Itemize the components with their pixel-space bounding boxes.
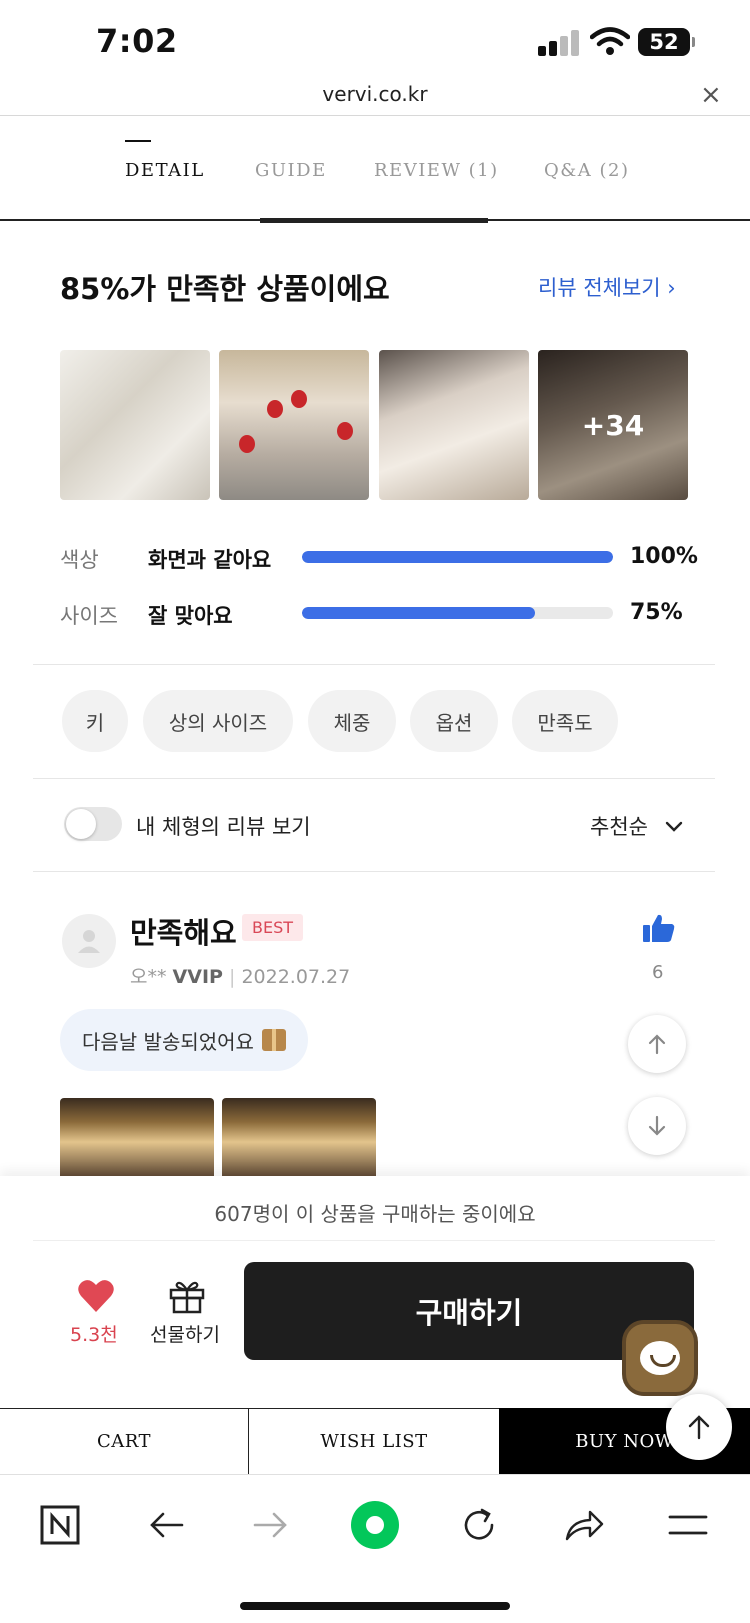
cell-signal-icon <box>538 30 580 56</box>
tab-review[interactable]: REVIEW (1) <box>374 160 499 181</box>
review-meta: 오** VVIP | 2022.07.27 <box>130 962 350 989</box>
avatar <box>62 914 116 968</box>
review-title: 만족해요 <box>130 916 237 950</box>
meta-separator: | <box>228 966 236 988</box>
filter-chip-option[interactable]: 옵션 <box>410 690 498 752</box>
rating-value-color: 화면과 같아요 <box>148 548 272 572</box>
divider <box>0 115 750 116</box>
my-body-type-toggle[interactable] <box>64 807 122 841</box>
arrow-up-icon <box>648 1034 666 1055</box>
chat-icon <box>640 1341 680 1375</box>
cart-button[interactable]: CART <box>0 1408 249 1474</box>
n-logo-icon[interactable] <box>32 1497 88 1553</box>
divider <box>33 664 715 665</box>
rating-bar-fill <box>302 551 613 563</box>
rating-percent-color: 100% <box>630 544 698 569</box>
my-body-type-label: 내 체형의 리뷰 보기 <box>136 815 311 839</box>
thumbs-up-icon[interactable] <box>642 912 676 944</box>
divider <box>33 778 715 779</box>
active-tab-marker <box>125 140 151 142</box>
divider <box>33 1240 715 1241</box>
filter-chip-top-size[interactable]: 상의 사이즈 <box>143 690 293 752</box>
review-grade: VVIP <box>172 966 223 988</box>
tab-guide[interactable]: GUIDE <box>255 160 327 181</box>
url-text[interactable]: vervi.co.kr <box>0 82 750 106</box>
rating-label-size: 사이즈 <box>60 604 118 628</box>
battery-indicator: 52 <box>638 28 695 56</box>
home-indicator <box>240 1602 510 1610</box>
gift-label[interactable]: 선물하기 <box>150 1320 220 1347</box>
review-image[interactable] <box>222 1098 376 1178</box>
like-count: 6 <box>652 962 664 983</box>
menu-icon[interactable] <box>660 1497 716 1553</box>
chat-button[interactable] <box>622 1320 698 1396</box>
back-icon[interactable] <box>138 1497 194 1553</box>
scroll-to-top-button[interactable] <box>666 1394 732 1460</box>
satisfaction-title: 85%가 만족한 상품이에요 <box>60 272 390 306</box>
user-icon <box>78 930 100 953</box>
tab-selected-indicator <box>260 218 488 223</box>
green-dot-icon[interactable] <box>347 1497 403 1553</box>
review-date: 2022.07.27 <box>241 966 351 988</box>
shipping-note-text: 다음날 발송되었어요 <box>82 1029 254 1054</box>
rating-bar-fill <box>302 607 536 619</box>
rating-bar-size <box>302 607 613 619</box>
shipping-note-chip: 다음날 발송되었어요 <box>60 1009 308 1071</box>
rating-percent-size: 75% <box>630 600 683 625</box>
rating-bar-color <box>302 551 613 563</box>
close-icon[interactable]: × <box>700 80 722 110</box>
review-photo-more[interactable]: +34 <box>538 350 688 500</box>
filter-chip-height[interactable]: 키 <box>62 690 128 752</box>
arrow-up-icon <box>688 1415 710 1440</box>
review-photo[interactable] <box>219 350 369 500</box>
rating-label-color: 색상 <box>60 548 99 572</box>
best-badge: BEST <box>242 914 304 941</box>
more-photos-count: +34 <box>538 350 688 500</box>
review-photo[interactable] <box>60 350 210 500</box>
filter-chip-weight[interactable]: 체중 <box>308 690 396 752</box>
review-author: 오** <box>130 966 167 988</box>
refresh-icon[interactable] <box>451 1497 507 1553</box>
scroll-down-button[interactable] <box>628 1097 686 1155</box>
buying-now-text: 607명이 이 상품을 구매하는 중이에요 <box>214 1202 536 1226</box>
share-icon[interactable] <box>556 1497 612 1553</box>
rating-value-size: 잘 맞아요 <box>148 604 233 628</box>
chevron-down-icon[interactable] <box>664 816 684 836</box>
tab-detail[interactable]: DETAIL <box>125 160 205 181</box>
arrow-down-icon <box>648 1115 666 1136</box>
review-image[interactable] <box>60 1098 214 1178</box>
forward-icon[interactable] <box>243 1497 299 1553</box>
heart-icon[interactable] <box>76 1276 116 1316</box>
all-reviews-link[interactable]: 리뷰 전체보기 › <box>538 272 676 302</box>
filter-chip-satisfaction[interactable]: 만족도 <box>512 690 618 752</box>
review-photo[interactable] <box>379 350 529 500</box>
divider <box>33 871 715 872</box>
sort-dropdown[interactable]: 추천순 <box>590 811 648 841</box>
wish-count: 5.3천 <box>70 1324 118 1346</box>
gift-icon[interactable] <box>168 1278 206 1314</box>
tab-qna[interactable]: Q&A (2) <box>544 160 630 181</box>
wifi-icon <box>590 27 630 55</box>
status-time: 7:02 <box>96 22 178 60</box>
scroll-up-button[interactable] <box>628 1015 686 1073</box>
wishlist-button[interactable]: WISH LIST <box>249 1408 499 1474</box>
package-icon <box>261 1029 286 1051</box>
